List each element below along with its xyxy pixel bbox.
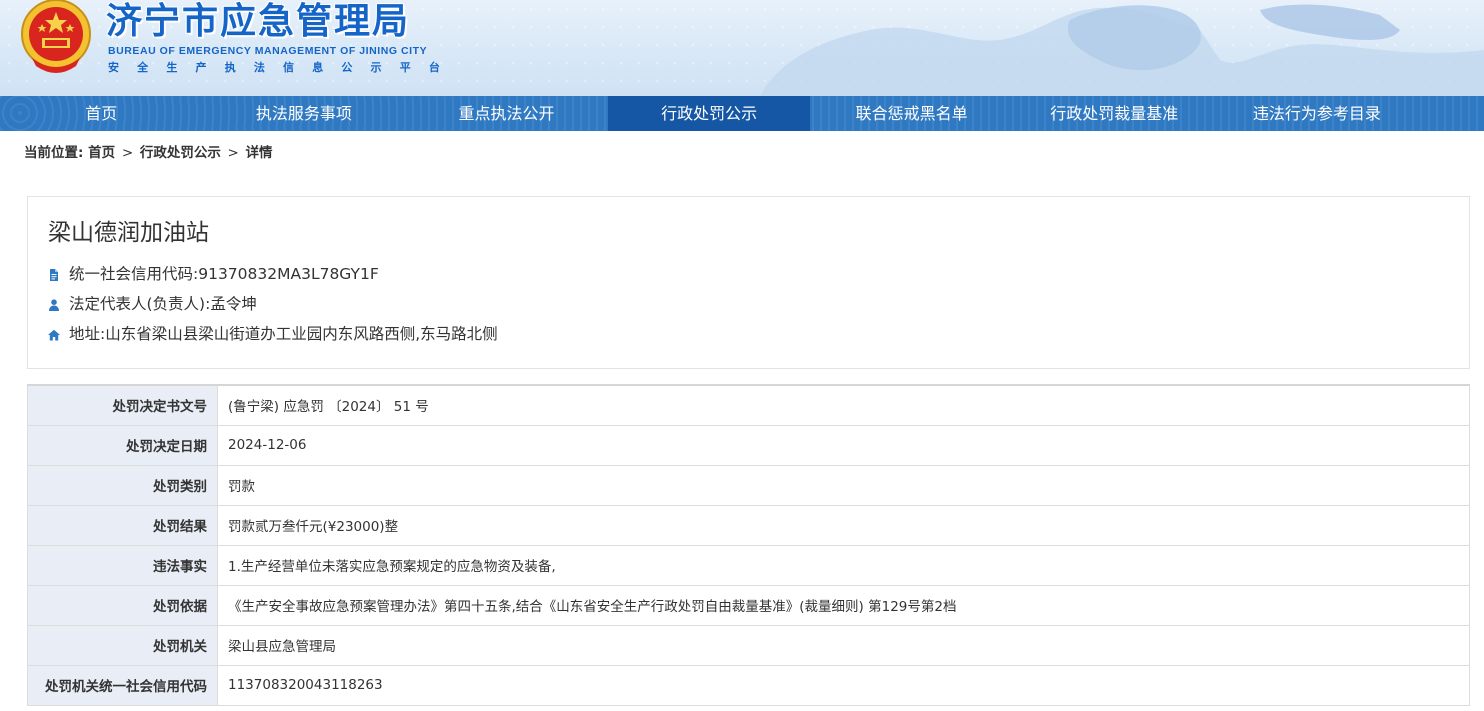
subtitle-char: 平 bbox=[399, 61, 411, 74]
table-row: 处罚机关 梁山县应急管理局 bbox=[27, 624, 1470, 666]
row-value: 《生产安全事故应急预案管理办法》第四十五条,结合《山东省安全生产行政处罚自由裁量… bbox=[217, 584, 1470, 626]
breadcrumb-penalty-link[interactable]: 行政处罚公示 bbox=[140, 145, 221, 161]
site-subtitle: 安 全 生 产 执 法 信 息 公 示 平 台 bbox=[108, 59, 440, 75]
subtitle-char: 全 bbox=[137, 61, 149, 74]
company-info-card: 梁山德润加油站 统一社会信用代码:91370832MA3L78GY1F 法定代表… bbox=[27, 196, 1470, 369]
row-label: 处罚结果 bbox=[27, 504, 218, 546]
subtitle-char: 法 bbox=[253, 61, 265, 74]
subtitle-char: 生 bbox=[166, 61, 178, 74]
subtitle-char: 息 bbox=[312, 61, 324, 74]
table-row: 处罚依据 《生产安全事故应急预案管理办法》第四十五条,结合《山东省安全生产行政处… bbox=[27, 584, 1470, 626]
site-title: 济宁市应急管理局 bbox=[106, 1, 411, 42]
nav-item-key-enforcement[interactable]: 重点执法公开 bbox=[405, 96, 608, 131]
row-label: 违法事实 bbox=[27, 544, 218, 586]
table-row: 处罚类别 罚款 bbox=[27, 464, 1470, 506]
subtitle-char: 安 bbox=[108, 61, 119, 74]
credit-code-line: 统一社会信用代码:91370832MA3L78GY1F bbox=[48, 262, 379, 284]
row-value: 2024-12-06 bbox=[217, 424, 1470, 466]
breadcrumb-prefix: 当前位置: bbox=[24, 145, 84, 161]
row-value: 梁山县应急管理局 bbox=[217, 624, 1470, 666]
penalty-details-table: 处罚决定书文号 (鲁宁梁) 应急罚 〔2024〕 51 号 处罚决定日期 202… bbox=[27, 384, 1470, 706]
main-nav: 首页 执法服务事项 重点执法公开 行政处罚公示 联合惩戒黑名单 行政处罚裁量基准… bbox=[0, 96, 1484, 131]
nav-item-penalty-disclosure[interactable]: 行政处罚公示 bbox=[607, 96, 811, 131]
site-title-english: BUREAU OF EMERGENCY MANAGEMENT OF JINING… bbox=[108, 45, 428, 57]
legal-rep-line: 法定代表人(负责人):孟令坤 bbox=[48, 292, 257, 314]
site-banner: 济宁市应急管理局 BUREAU OF EMERGENCY MANAGEMENT … bbox=[0, 0, 1484, 96]
subtitle-char: 执 bbox=[224, 61, 236, 74]
nav-item-penalty-standards[interactable]: 行政处罚裁量基准 bbox=[1013, 96, 1216, 131]
nav-item-blacklist[interactable]: 联合惩戒黑名单 bbox=[810, 96, 1013, 131]
legal-rep-text: 法定代表人(负责人):孟令坤 bbox=[69, 295, 257, 313]
row-label: 处罚机关 bbox=[27, 624, 218, 666]
table-row: 违法事实 1.生产经营单位未落实应急预案规定的应急物资及装备, bbox=[27, 544, 1470, 586]
table-row: 处罚决定日期 2024-12-06 bbox=[27, 424, 1470, 466]
credit-code-text: 统一社会信用代码:91370832MA3L78GY1F bbox=[69, 265, 379, 283]
table-row: 处罚机关统一社会信用代码 113708320043118263 bbox=[27, 664, 1470, 706]
row-value: 113708320043118263 bbox=[217, 664, 1470, 706]
address-text: 地址:山东省梁山县梁山街道办工业园内东风路西侧,东马路北侧 bbox=[69, 325, 498, 343]
nav-item-enforcement-services[interactable]: 执法服务事项 bbox=[203, 96, 406, 131]
row-label: 处罚类别 bbox=[27, 464, 218, 506]
subtitle-char: 信 bbox=[283, 61, 295, 74]
row-value: (鲁宁梁) 应急罚 〔2024〕 51 号 bbox=[217, 384, 1470, 426]
row-label: 处罚依据 bbox=[27, 584, 218, 626]
user-icon bbox=[48, 297, 60, 311]
subtitle-char: 公 bbox=[341, 61, 353, 74]
row-label: 处罚机关统一社会信用代码 bbox=[27, 664, 218, 706]
national-emblem-icon bbox=[18, 0, 94, 76]
breadcrumb-separator: > bbox=[227, 145, 239, 161]
map-decoration bbox=[760, 4, 1484, 96]
table-row: 处罚结果 罚款贰万叁仟元(¥23000)整 bbox=[27, 504, 1470, 546]
breadcrumb-separator: > bbox=[121, 145, 134, 161]
subtitle-char: 示 bbox=[370, 61, 382, 74]
breadcrumb: 当前位置: 首页 > 行政处罚公示 > 详情 bbox=[24, 141, 273, 161]
company-name: 梁山德润加油站 bbox=[48, 220, 209, 246]
row-value: 罚款 bbox=[217, 464, 1470, 506]
row-value: 罚款贰万叁仟元(¥23000)整 bbox=[217, 504, 1470, 546]
document-icon bbox=[48, 267, 60, 281]
table-row: 处罚决定书文号 (鲁宁梁) 应急罚 〔2024〕 51 号 bbox=[27, 384, 1470, 426]
row-value: 1.生产经营单位未落实应急预案规定的应急物资及装备, bbox=[217, 544, 1470, 586]
home-icon bbox=[48, 327, 60, 341]
nav-item-home[interactable]: 首页 bbox=[0, 96, 203, 131]
breadcrumb-current: 详情 bbox=[245, 145, 273, 161]
subtitle-char: 产 bbox=[195, 61, 207, 74]
row-label: 处罚决定日期 bbox=[27, 424, 218, 466]
subtitle-char: 台 bbox=[428, 61, 440, 74]
nav-item-violation-catalog[interactable]: 违法行为参考目录 bbox=[1216, 96, 1419, 131]
address-line: 地址:山东省梁山县梁山街道办工业园内东风路西侧,东马路北侧 bbox=[48, 322, 498, 344]
row-label: 处罚决定书文号 bbox=[27, 384, 218, 426]
breadcrumb-home-link[interactable]: 首页 bbox=[88, 145, 115, 161]
